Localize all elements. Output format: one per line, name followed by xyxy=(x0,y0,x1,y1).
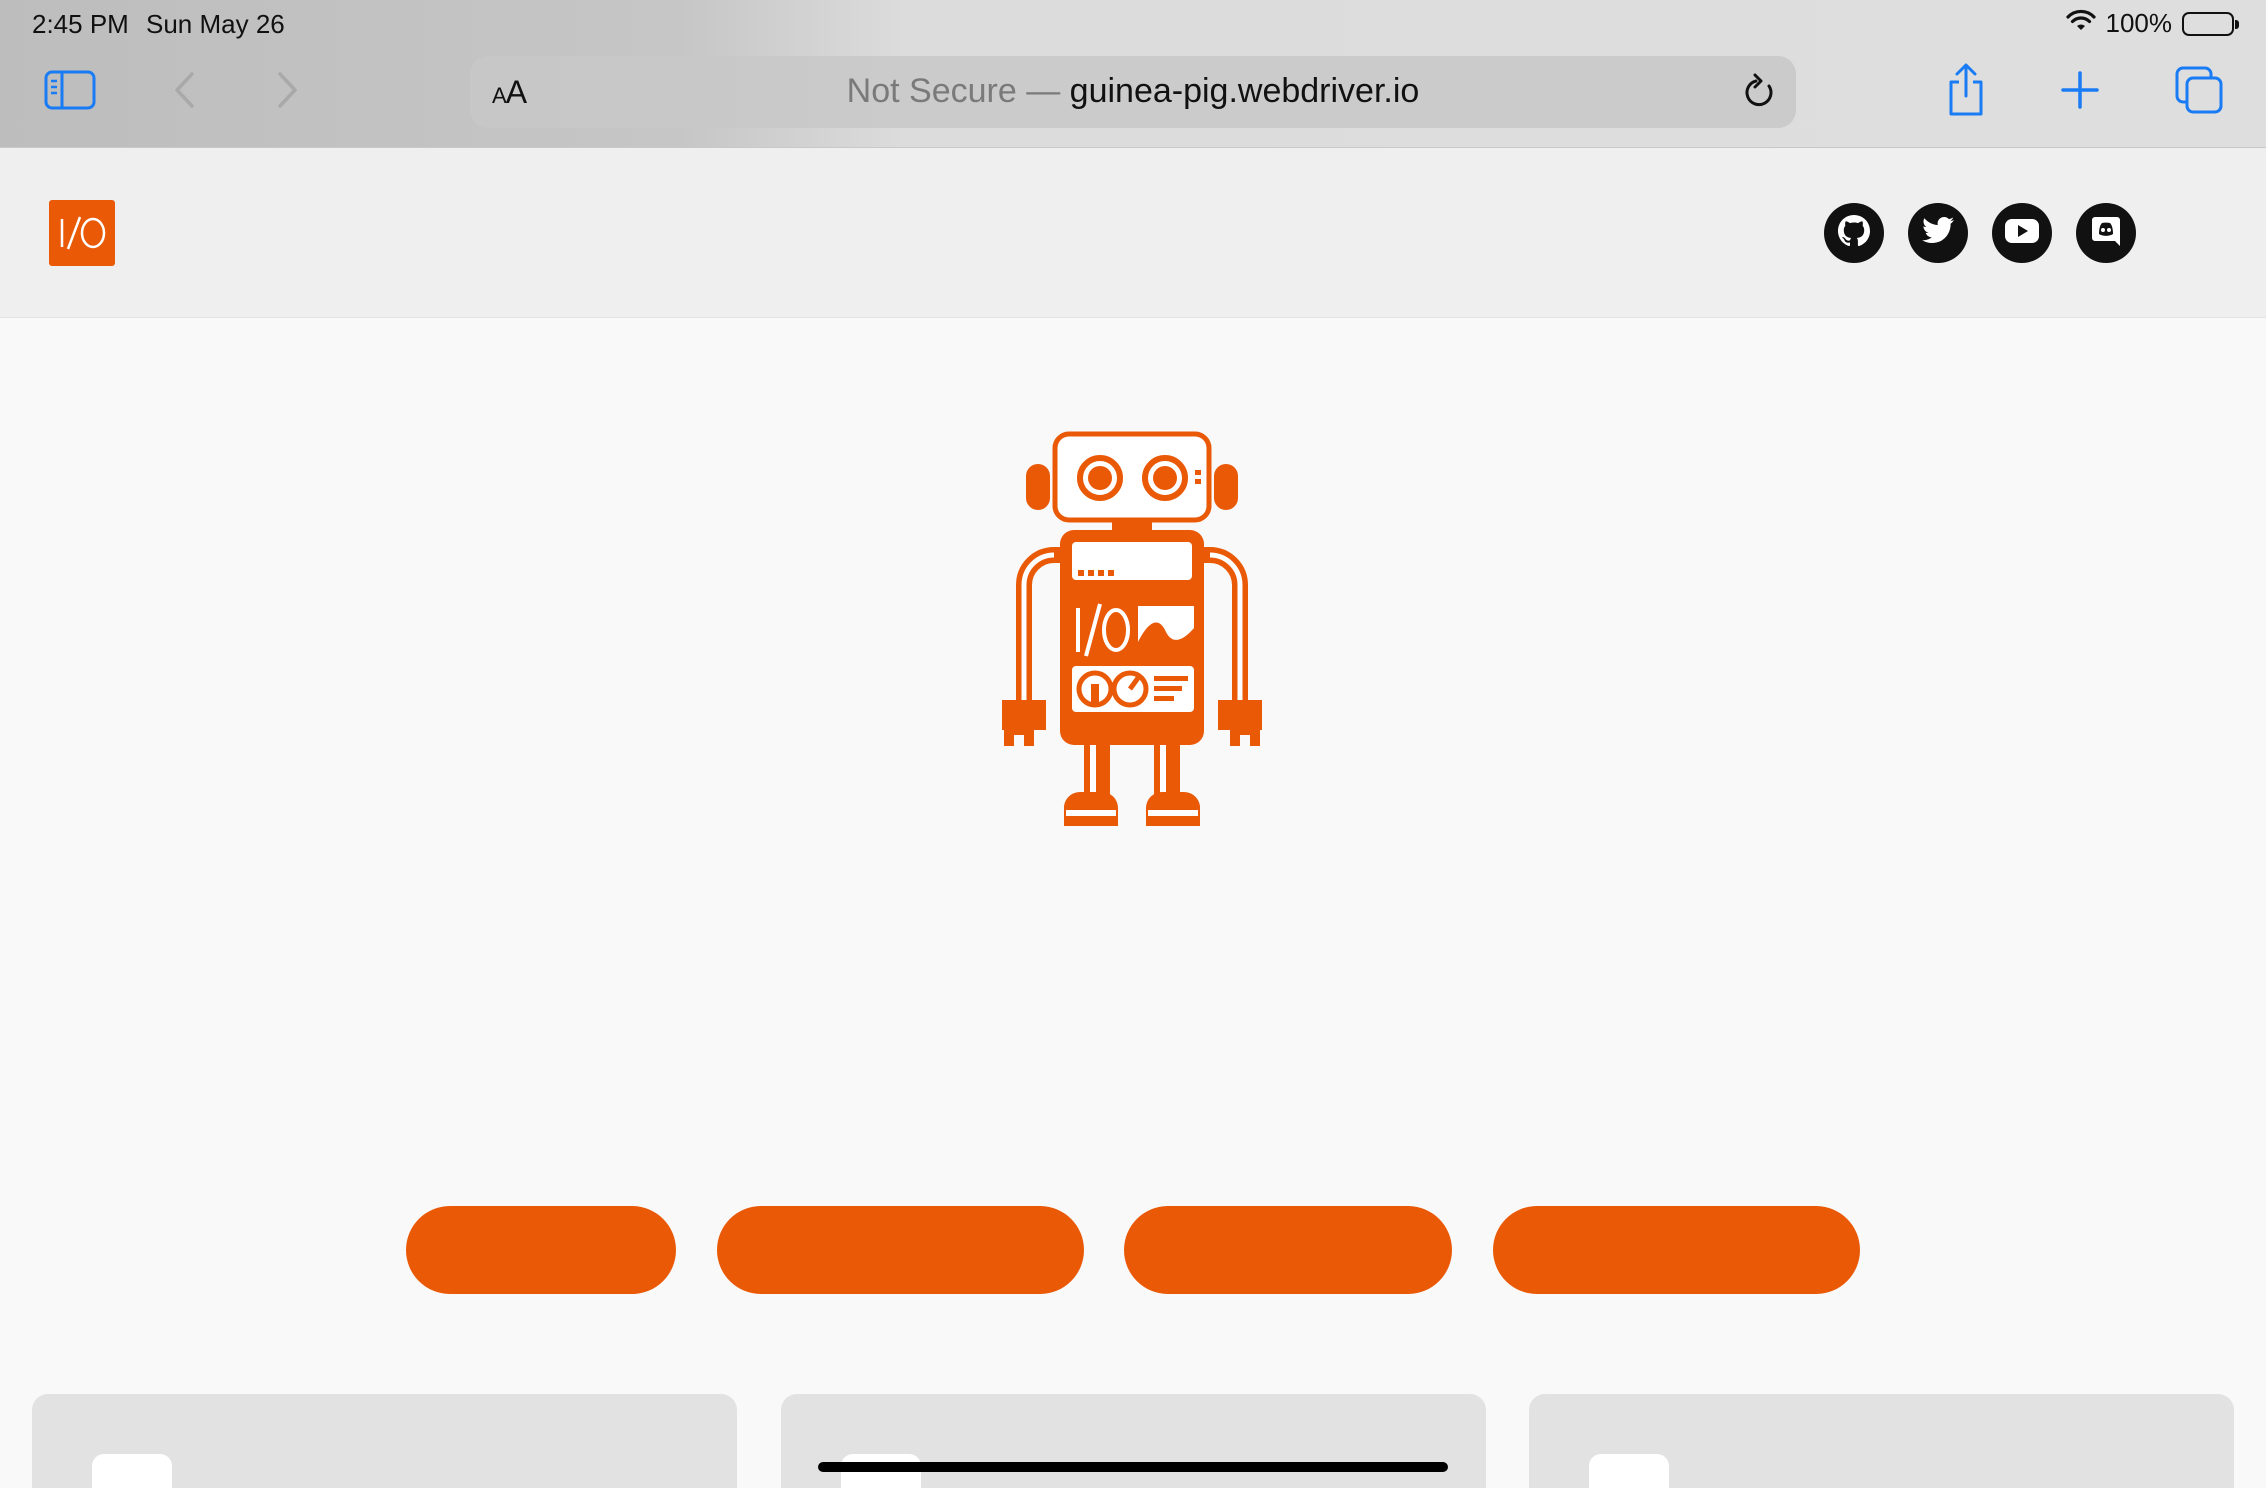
wifi-icon xyxy=(2065,9,2096,38)
address-bar[interactable]: AA Not Secure — guinea-pig.webdriver.io xyxy=(470,56,1796,128)
social-links xyxy=(1824,203,2136,263)
card-icon xyxy=(1589,1454,1669,1488)
nav-button-1[interactable] xyxy=(406,1206,676,1294)
share-button[interactable] xyxy=(1944,62,1988,122)
new-tab-button[interactable] xyxy=(2058,70,2102,114)
back-button[interactable] xyxy=(164,70,204,114)
nav-button-3[interactable] xyxy=(1124,1206,1452,1294)
site-logo[interactable] xyxy=(49,200,115,266)
github-link[interactable] xyxy=(1824,203,1884,263)
nav-button-4[interactable] xyxy=(1493,1206,1860,1294)
sidebar-icon xyxy=(44,70,96,115)
battery-icon xyxy=(2182,11,2239,36)
forward-button[interactable] xyxy=(268,70,308,114)
url-security-label: Not Secure — xyxy=(846,72,1061,110)
forward-icon xyxy=(277,71,299,114)
youtube-icon xyxy=(2004,218,2040,249)
status-indicators: 100% xyxy=(2065,8,2239,39)
battery-percentage: 100% xyxy=(2105,8,2173,38)
site-header xyxy=(0,148,2266,318)
discord-icon xyxy=(2088,213,2124,254)
url-display[interactable]: Not Secure — guinea-pig.webdriver.io xyxy=(470,72,1796,111)
card-icon xyxy=(92,1454,172,1488)
status-date: Sun May 26 xyxy=(146,9,285,39)
status-time: 2:45 PM xyxy=(32,9,129,39)
youtube-link[interactable] xyxy=(1992,203,2052,263)
io-logo-icon xyxy=(60,216,106,250)
tabs-icon xyxy=(2175,66,2223,119)
github-icon xyxy=(1834,211,1874,256)
feature-card-1[interactable] xyxy=(32,1394,737,1488)
new-tab-icon xyxy=(2060,70,2100,115)
twitter-link[interactable] xyxy=(1908,203,1968,263)
browser-toolbar: 2:45 PM Sun May 26 100% AA Not Secure — … xyxy=(0,0,2266,148)
robot-illustration xyxy=(962,430,1302,835)
back-icon xyxy=(173,71,195,114)
feature-card-3[interactable] xyxy=(1529,1394,2234,1488)
url-host: guinea-pig.webdriver.io xyxy=(1069,72,1420,110)
home-indicator[interactable] xyxy=(818,1462,1448,1472)
feature-card-2[interactable] xyxy=(781,1394,1486,1488)
nav-button-2[interactable] xyxy=(717,1206,1084,1294)
discord-link[interactable] xyxy=(2076,203,2136,263)
reload-icon[interactable] xyxy=(1742,72,1778,117)
twitter-icon xyxy=(1920,215,1956,252)
sidebar-toggle-button[interactable] xyxy=(40,66,100,118)
tabs-overview-button[interactable] xyxy=(2174,66,2224,118)
share-icon xyxy=(1945,62,1987,123)
